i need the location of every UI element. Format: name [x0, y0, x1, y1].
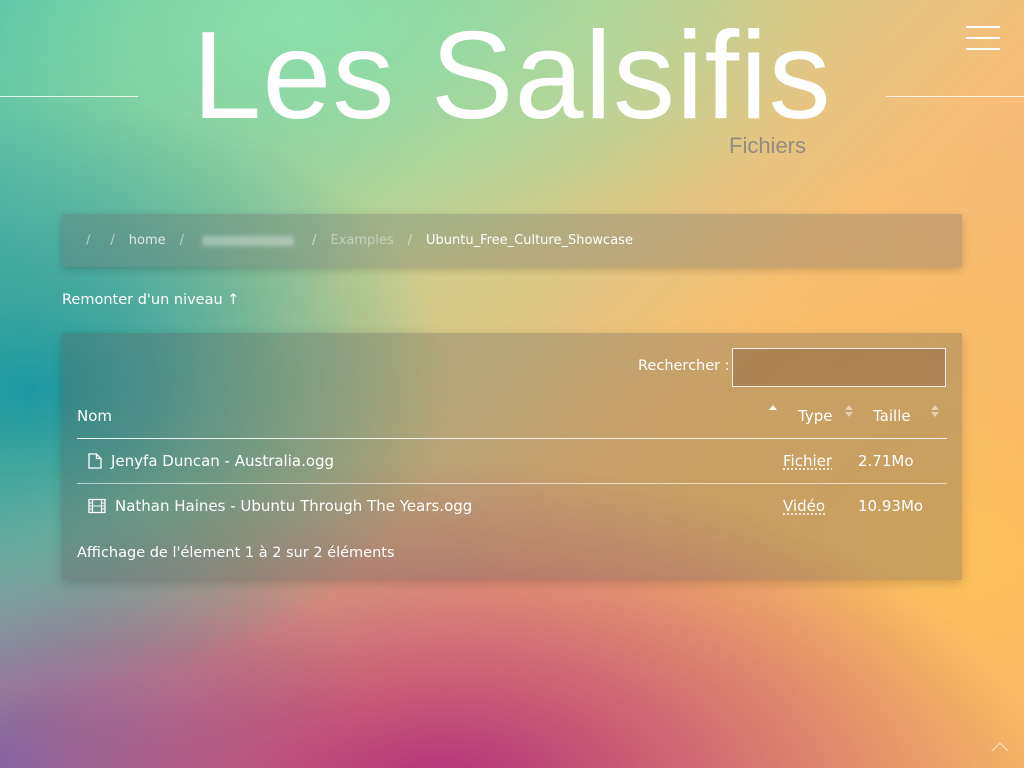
breadcrumb: / / home / / Examples / Ubuntu_Free_Cult…	[62, 214, 962, 267]
sort-ascending-icon[interactable]	[768, 405, 778, 419]
file-type: Fichier	[783, 452, 833, 470]
breadcrumb-item-examples[interactable]: Examples	[330, 233, 393, 248]
file-size: 2.71Mo	[858, 452, 914, 470]
site-title: Les Salsifis	[192, 7, 832, 145]
file-name-link[interactable]: Nathan Haines - Ubuntu Through The Years…	[115, 497, 472, 515]
breadcrumb-separator: /	[179, 233, 185, 248]
column-header-size[interactable]: Taille	[873, 407, 911, 425]
table-row: Jenyfa Duncan - Australia.ogg Fichier 2.…	[77, 439, 947, 483]
parent-directory-link[interactable]: Remonter d'un niveau ↑	[62, 292, 239, 308]
search-label: Rechercher :	[638, 358, 730, 374]
hamburger-menu-icon[interactable]	[966, 26, 1000, 52]
table-row: Nathan Haines - Ubuntu Through The Years…	[77, 484, 947, 528]
column-header-type[interactable]: Type	[798, 407, 832, 425]
breadcrumb-item-home[interactable]: home	[129, 233, 166, 248]
breadcrumb-item-current: Ubuntu_Free_Culture_Showcase	[425, 233, 633, 248]
breadcrumb-item-redacted[interactable]	[202, 235, 295, 246]
chevron-up-icon[interactable]	[990, 738, 1010, 752]
file-icon	[88, 453, 102, 473]
sort-icon[interactable]	[844, 405, 854, 419]
breadcrumb-separator: /	[407, 233, 412, 248]
file-size: 10.93Mo	[858, 497, 924, 515]
breadcrumb-separator: /	[110, 233, 115, 248]
column-header-name[interactable]: Nom	[77, 407, 112, 425]
file-type: Vidéo	[783, 497, 826, 515]
film-icon	[88, 498, 106, 518]
table-info: Affichage de l'élement 1 à 2 sur 2 éléme…	[77, 545, 395, 561]
site-subtitle: Fichiers	[729, 133, 807, 158]
file-name-link[interactable]: Jenyfa Duncan - Australia.ogg	[111, 452, 334, 470]
sort-icon[interactable]	[930, 405, 940, 419]
breadcrumb-separator: /	[86, 233, 91, 248]
file-table-panel: Rechercher : Nom Type Taille Jenyfa Dunc…	[62, 333, 962, 580]
search-input[interactable]	[732, 348, 946, 387]
breadcrumb-separator: /	[312, 233, 317, 248]
